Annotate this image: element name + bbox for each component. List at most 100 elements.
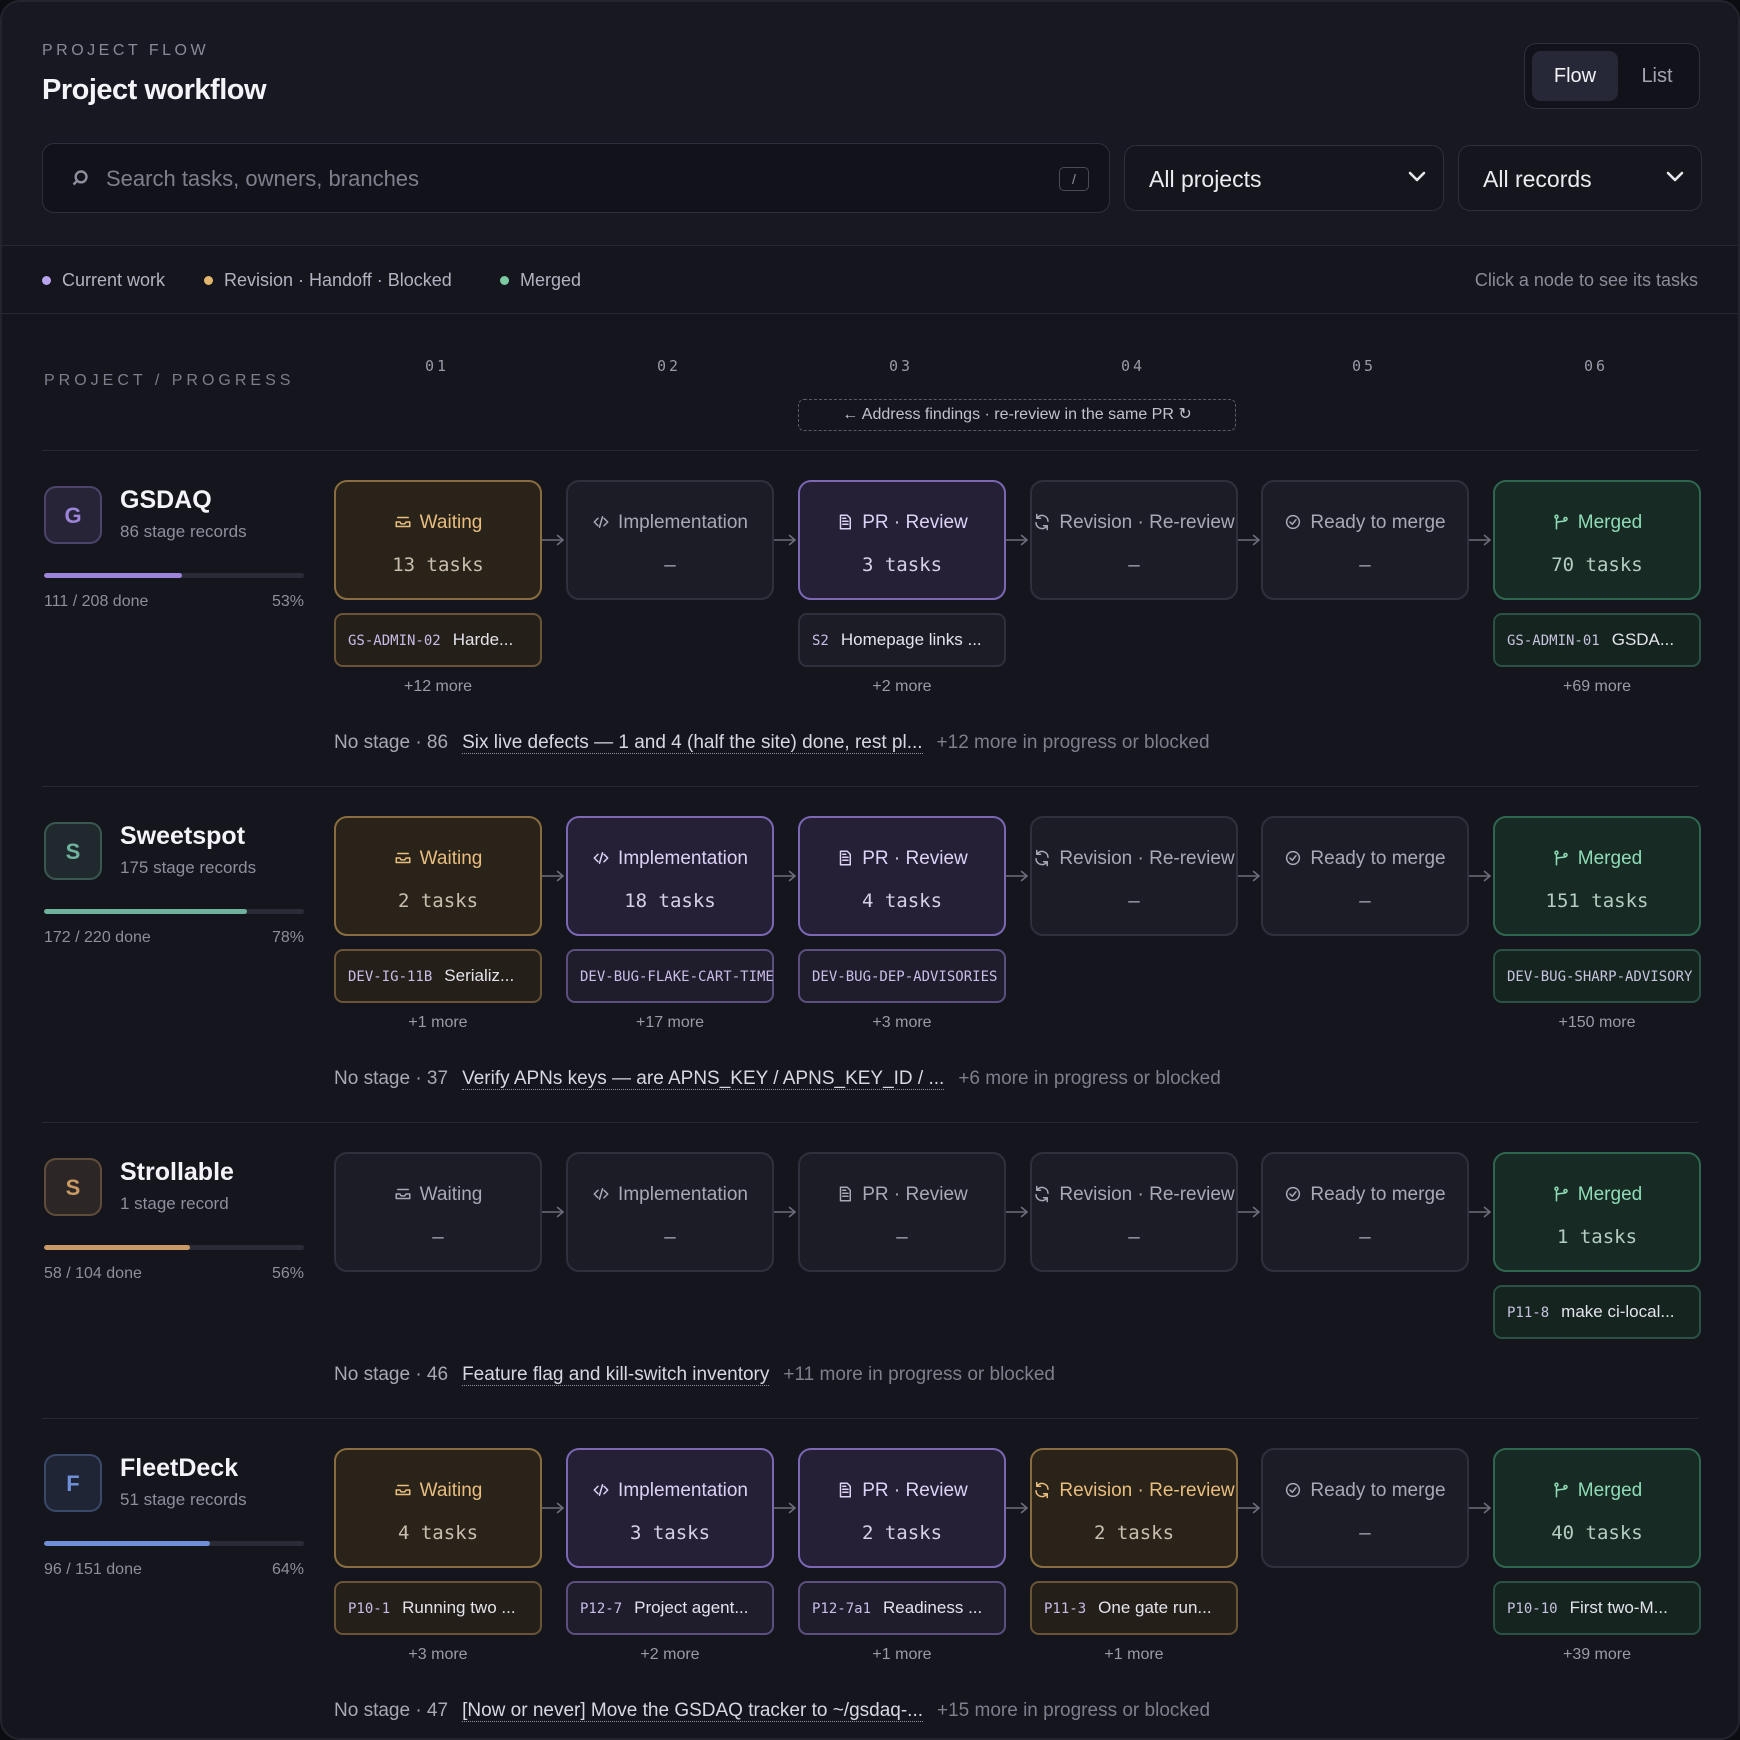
stage-node-waiting[interactable]: Waiting 4 tasks	[334, 1448, 542, 1568]
stage-label-text: Implementation	[618, 1184, 748, 1205]
task-chip[interactable]: P11-3 One gate run...	[1030, 1581, 1238, 1635]
stage-node-waiting[interactable]: Waiting 2 tasks	[334, 816, 542, 936]
search-input[interactable]: Search tasks, owners, branches /	[42, 143, 1110, 213]
progress-done-text: 58 / 104 done	[44, 1265, 142, 1282]
more-tasks-link[interactable]: +1 more	[1030, 1646, 1238, 1664]
task-chip[interactable]: DEV-BUG-SHARP-ADVISORY	[1493, 949, 1701, 1003]
no-stage-task-link[interactable]: Six live defects — 1 and 4 (half the sit…	[462, 732, 923, 754]
stage-label-text: Revision · Re-review	[1059, 1480, 1235, 1501]
task-chip[interactable]: S2 Homepage links ...	[798, 613, 1006, 667]
more-tasks-link[interactable]: +3 more	[334, 1646, 542, 1664]
stage-node-merged[interactable]: Merged 70 tasks	[1493, 480, 1701, 600]
stage-node-pr-review[interactable]: PR · Review 4 tasks	[798, 816, 1006, 936]
stage-node-merged[interactable]: Merged 40 tasks	[1493, 1448, 1701, 1568]
legend-revision-label: Revision · Handoff · Blocked	[224, 270, 452, 290]
row-separator	[42, 786, 1698, 787]
more-tasks-link[interactable]: +2 more	[798, 678, 1006, 696]
stage-label-text: Ready to merge	[1310, 512, 1446, 533]
stage-label-text: Revision · Re-review	[1059, 848, 1235, 869]
stage-label-text: Implementation	[618, 512, 748, 533]
project-name: FleetDeck	[120, 1454, 239, 1482]
stage-node-implementation[interactable]: Implementation —	[566, 480, 774, 600]
task-chip[interactable]: P10-1 Running two ...	[334, 1581, 542, 1635]
stage-node-ready-to-merge[interactable]: Ready to merge —	[1261, 480, 1469, 600]
stage-node-revision[interactable]: Revision · Re-review 2 tasks	[1030, 1448, 1238, 1568]
list-view-button[interactable]: List	[1619, 51, 1695, 101]
code-icon	[593, 516, 609, 528]
stage-task-count: —	[1359, 554, 1371, 576]
more-tasks-link[interactable]: +12 more	[334, 678, 542, 696]
stage-node-waiting[interactable]: Waiting 13 tasks	[334, 480, 542, 600]
stage-task-count: —	[1128, 554, 1140, 576]
task-chip[interactable]: DEV-BUG-FLAKE-CART-TIME	[566, 949, 774, 1003]
task-chip[interactable]: DEV-BUG-DEP-ADVISORIES	[798, 949, 1006, 1003]
more-tasks-link[interactable]: +1 more	[798, 1646, 1006, 1664]
more-tasks-link[interactable]: +2 more	[566, 1646, 774, 1664]
stage-task-count: —	[664, 554, 676, 576]
no-stage-task-link[interactable]: Feature flag and kill-switch inventory	[462, 1364, 770, 1386]
stage-node-ready-to-merge[interactable]: Ready to merge —	[1261, 1152, 1469, 1272]
avatar: F	[44, 1454, 102, 1512]
stage-node-implementation[interactable]: Implementation —	[566, 1152, 774, 1272]
stage-node-revision[interactable]: Revision · Re-review —	[1030, 480, 1238, 600]
column-number-01: 01	[424, 357, 450, 375]
no-stage-task-link[interactable]: [Now or never] Move the GSDAQ tracker to…	[462, 1700, 924, 1722]
task-title: Homepage links ...	[840, 630, 982, 649]
stage-task-count: —	[664, 1226, 676, 1248]
more-tasks-link[interactable]: +39 more	[1493, 1646, 1701, 1664]
more-tasks-link[interactable]: +1 more	[334, 1014, 542, 1032]
arrow-right-icon	[774, 870, 797, 882]
task-id: DEV-IG-11B	[348, 969, 433, 985]
stage-node-ready-to-merge[interactable]: Ready to merge —	[1261, 816, 1469, 936]
revision-dot-icon	[204, 276, 213, 285]
records-filter-select[interactable]: All records	[1458, 145, 1702, 211]
code-icon	[593, 1484, 609, 1496]
arrow-right-icon	[1238, 1206, 1261, 1218]
arrow-right-icon	[542, 870, 565, 882]
arrow-right-icon	[1006, 870, 1029, 882]
stage-node-pr-review[interactable]: PR · Review 3 tasks	[798, 480, 1006, 600]
no-stage-task-link[interactable]: Verify APNs keys — are APNS_KEY / APNS_K…	[462, 1068, 945, 1090]
task-chip[interactable]: GS-ADMIN-01 GSDA...	[1493, 613, 1701, 667]
stage-node-revision[interactable]: Revision · Re-review —	[1030, 1152, 1238, 1272]
task-chip[interactable]: P12-7a1 Readiness ...	[798, 1581, 1006, 1635]
stage-label: Revision · Re-review	[1032, 1480, 1236, 1502]
task-chip[interactable]: P12-7 Project agent...	[566, 1581, 774, 1635]
more-tasks-link[interactable]: +69 more	[1493, 678, 1701, 696]
legend-hint: Click a node to see its tasks	[1474, 270, 1698, 290]
stage-node-ready-to-merge[interactable]: Ready to merge —	[1261, 1448, 1469, 1568]
projects-filter-select[interactable]: All projects	[1124, 145, 1444, 211]
more-tasks-link[interactable]: +17 more	[566, 1014, 774, 1032]
no-stage-row: No stage · 47 [Now or never] Move the GSD…	[334, 1700, 1210, 1722]
stage-node-pr-review[interactable]: PR · Review 2 tasks	[798, 1448, 1006, 1568]
stage-task-count: 2 tasks	[1093, 1522, 1175, 1544]
stage-node-revision[interactable]: Revision · Re-review —	[1030, 816, 1238, 936]
document-icon	[839, 1482, 852, 1498]
stage-node-waiting[interactable]: Waiting —	[334, 1152, 542, 1272]
more-tasks-link[interactable]: +3 more	[798, 1014, 1006, 1032]
stage-node-pr-review[interactable]: PR · Review —	[798, 1152, 1006, 1272]
search-shortcut-hint: /	[1059, 167, 1089, 191]
column-number-05: 05	[1351, 357, 1377, 375]
task-chip[interactable]: DEV-IG-11B Serializ...	[334, 949, 542, 1003]
stage-task-count: —	[1359, 1226, 1371, 1248]
inbox-icon	[395, 1484, 411, 1496]
search-icon	[72, 170, 88, 186]
no-stage-row: No stage · 46 Feature flag and kill-switc…	[334, 1364, 1055, 1386]
stage-label: PR · Review	[800, 512, 1004, 534]
task-title: Serializ...	[444, 966, 515, 985]
flow-view-button[interactable]: Flow	[1532, 51, 1618, 101]
stage-node-implementation[interactable]: Implementation 18 tasks	[566, 816, 774, 936]
stage-label: Revision · Re-review	[1032, 848, 1236, 870]
task-chip[interactable]: P11-8 make ci-local...	[1493, 1285, 1701, 1339]
stage-task-count: —	[432, 1226, 444, 1248]
stage-node-merged[interactable]: Merged 1 tasks	[1493, 1152, 1701, 1272]
task-chip[interactable]: GS-ADMIN-02 Harde...	[334, 613, 542, 667]
task-id: DEV-BUG-SHARP-ADVISORY	[1507, 969, 1693, 985]
stage-node-merged[interactable]: Merged 151 tasks	[1493, 816, 1701, 936]
arrow-right-icon	[774, 1206, 797, 1218]
stage-node-implementation[interactable]: Implementation 3 tasks	[566, 1448, 774, 1568]
more-tasks-link[interactable]: +150 more	[1493, 1014, 1701, 1032]
task-chip[interactable]: P10-10 First two-M...	[1493, 1581, 1701, 1635]
check-circle-icon	[1286, 1186, 1301, 1202]
